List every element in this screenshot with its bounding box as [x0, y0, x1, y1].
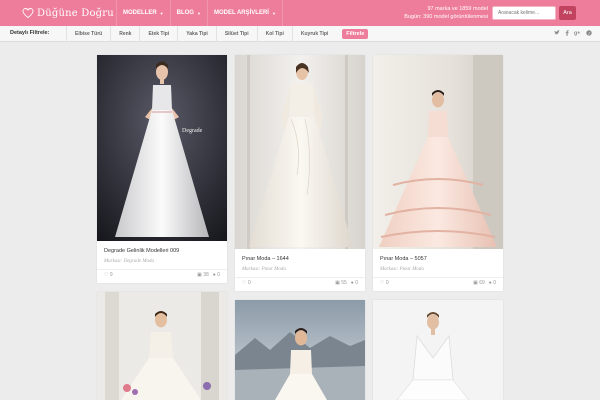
like-count[interactable]: ♡ 0 — [380, 280, 389, 286]
likes-value: 9 — [109, 272, 113, 278]
filter-kuyruk-tipi[interactable]: Kuyruk Tipi — [291, 26, 336, 42]
comment-count: ● 0 — [213, 272, 220, 278]
camera-icon: ▣ — [197, 272, 202, 278]
comment-icon: ● — [350, 280, 354, 286]
filter-renk[interactable]: Renk — [110, 26, 139, 42]
nav-label: BLOG — [176, 10, 194, 16]
dress-photo[interactable] — [235, 300, 365, 400]
dress-photo[interactable]: Degrade — [97, 55, 227, 241]
comments-value: 0 — [217, 272, 220, 278]
dress-photo[interactable] — [97, 292, 227, 400]
main-nav: MODELLER ▼ BLOG ▼ MODEL ARŞİVLERİ ▼ — [116, 0, 283, 26]
nav-item-model-arsivleri[interactable]: MODEL ARŞİVLERİ ▼ — [206, 0, 283, 26]
heart-logo-icon — [22, 8, 34, 19]
card-divider — [373, 277, 503, 278]
heart-icon: ♡ — [380, 280, 385, 286]
nav-label: MODEL ARŞİVLERİ — [213, 10, 269, 16]
comment-count: ● 0 — [489, 280, 496, 286]
google-plus-icon[interactable]: g+ — [574, 30, 581, 36]
card-divider — [97, 269, 227, 270]
likes-value: 0 — [247, 280, 251, 286]
dress-photo[interactable] — [235, 55, 365, 249]
product-card[interactable] — [373, 300, 503, 400]
comment-icon: ● — [488, 280, 492, 286]
filter-etek-tipi[interactable]: Etek Tipi — [139, 26, 177, 42]
comments-value: 0 — [355, 280, 358, 286]
photos-value: 55 — [341, 280, 347, 286]
photo-count: ▣ 69 — [473, 280, 485, 286]
product-card[interactable] — [97, 292, 227, 400]
like-count[interactable]: ♡ 0 — [242, 280, 251, 286]
card-counts: ▣ 38 ● 0 — [197, 272, 220, 278]
nav-item-blog[interactable]: BLOG ▼ — [169, 0, 207, 26]
stats-today: Bugün: 390 model görüntülenmesi — [404, 14, 488, 20]
card-title[interactable]: Degrade Gelinlik Modelleri 009 — [104, 248, 179, 254]
heart-icon: ♡ — [242, 280, 247, 286]
card-title[interactable]: Pınar Moda – 5057 — [380, 256, 427, 262]
photo-count: ▣ 38 — [197, 272, 209, 278]
filter-apply-button[interactable]: Filtrele — [342, 29, 369, 39]
filter-elbise-turu[interactable]: Elbise Türü — [66, 26, 110, 42]
svg-text:g+: g+ — [574, 31, 580, 36]
photos-value: 69 — [479, 280, 485, 286]
logo-text: Düğüne Doğru — [37, 7, 114, 19]
filter-items: Elbise Türü Renk Etek Tipi Yaka Tipi Sil… — [66, 26, 369, 42]
dress-photo[interactable] — [373, 55, 503, 249]
pinterest-icon[interactable] — [586, 30, 592, 36]
card-brand[interactable]: Markası: Pınar Moda — [380, 267, 424, 272]
stats-models: 97 marka ve 1859 model — [427, 6, 488, 12]
card-divider — [235, 277, 365, 278]
product-card[interactable]: Pınar Moda – 1644 Markası: Pınar Moda ♡ … — [235, 55, 365, 291]
twitter-icon[interactable] — [554, 30, 560, 36]
product-card[interactable] — [235, 300, 365, 400]
search-button[interactable]: Ara — [559, 6, 576, 20]
card-brand[interactable]: Markası: Degrade Moda — [104, 259, 154, 264]
site-stats: 97 marka ve 1859 model Bugün: 390 model … — [404, 5, 488, 21]
comments-value: 0 — [493, 280, 496, 286]
camera-icon: ▣ — [473, 280, 478, 286]
caret-down-icon: ▼ — [159, 10, 164, 16]
facebook-icon[interactable] — [565, 30, 569, 36]
caret-down-icon: ▼ — [196, 10, 201, 16]
dress-photo[interactable] — [373, 300, 503, 400]
nav-item-modeller[interactable]: MODELLER ▼ — [116, 0, 170, 26]
comment-count: ● 0 — [351, 280, 358, 286]
likes-value: 0 — [385, 280, 389, 286]
photos-value: 38 — [203, 272, 209, 278]
camera-icon: ▣ — [335, 280, 340, 286]
caret-down-icon: ▼ — [271, 10, 276, 16]
like-count[interactable]: ♡ 9 — [104, 272, 113, 278]
card-brand[interactable]: Markası: Pınar Moda — [242, 267, 286, 272]
top-header: Düğüne Doğru MODELLER ▼ BLOG ▼ MODEL ARŞİV… — [0, 0, 600, 26]
filter-title: Detaylı Filtrele: — [10, 30, 50, 36]
nav-label: MODELLER — [123, 10, 157, 16]
filter-siluet-tipi[interactable]: Silüet Tipi — [215, 26, 257, 42]
search-input[interactable] — [492, 6, 556, 20]
filter-yaka-tipi[interactable]: Yaka Tipi — [177, 26, 216, 42]
card-counts: ▣ 55 ● 0 — [335, 280, 358, 286]
product-card[interactable]: Degrade Degrade Gelinlik Modelleri 009 M… — [97, 55, 227, 283]
filter-bar: Detaylı Filtrele: Elbise Türü Renk Etek … — [0, 26, 600, 42]
product-card[interactable]: Pınar Moda – 5057 Markası: Pınar Moda ♡ … — [373, 55, 503, 291]
filter-kol-tipi[interactable]: Kol Tipi — [256, 26, 292, 42]
social-links: g+ — [554, 30, 592, 36]
photo-count: ▣ 55 — [335, 280, 347, 286]
comment-icon: ● — [212, 272, 216, 278]
card-title[interactable]: Pınar Moda – 1644 — [242, 256, 289, 262]
heart-icon: ♡ — [104, 272, 109, 278]
site-logo[interactable]: Düğüne Doğru — [22, 6, 114, 20]
card-counts: ▣ 69 ● 0 — [473, 280, 496, 286]
svg-text:Degrade: Degrade — [182, 128, 203, 134]
